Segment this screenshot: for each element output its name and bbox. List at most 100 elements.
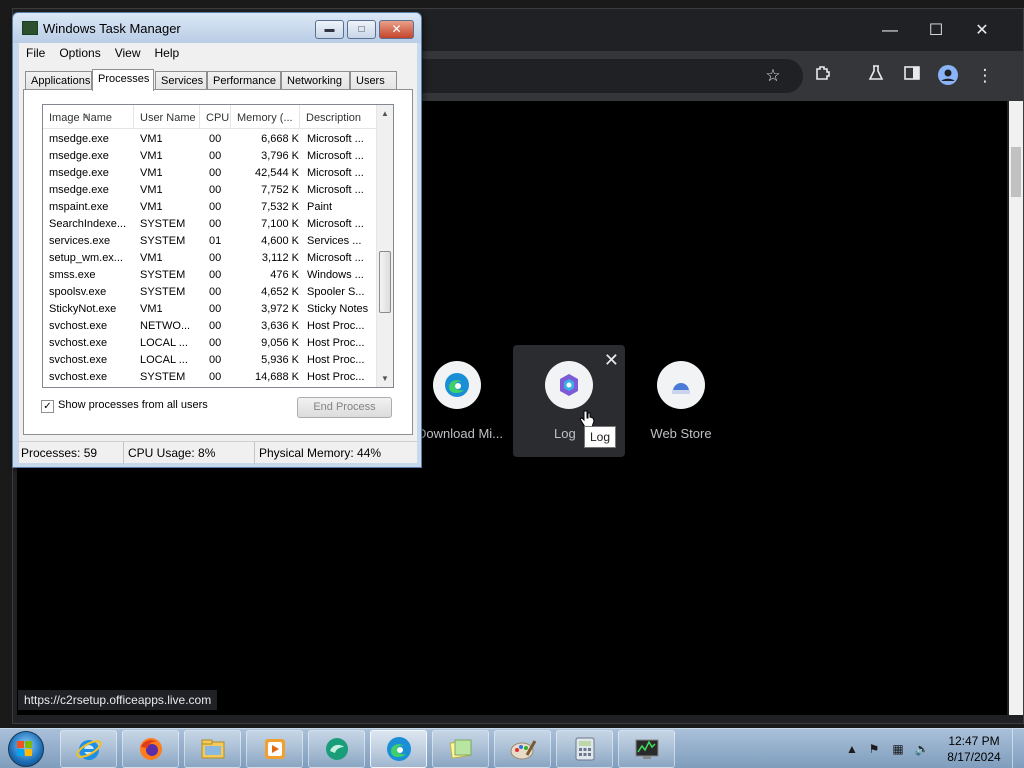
show-hidden-icons-icon[interactable]: ▲ xyxy=(844,741,860,757)
close-button[interactable]: ✕ xyxy=(379,20,414,39)
process-list[interactable]: ▲ Image Name User Name CPU Memory (... De… xyxy=(42,104,394,388)
windows-flag-icon xyxy=(17,741,33,757)
table-row[interactable]: msedge.exe VM1 00 3,796 K Microsoft ... xyxy=(43,148,377,165)
show-desktop-button[interactable] xyxy=(1012,729,1024,768)
cell-description: Microsoft ... xyxy=(307,150,364,162)
extensions-icon[interactable] xyxy=(811,64,835,88)
scroll-up-icon[interactable]: ▲ xyxy=(377,105,393,122)
desktop: — ☐ ✕ ☆ ⋮ Download Mi... ✕ Log Web Store… xyxy=(0,0,1024,768)
column-description[interactable]: Description xyxy=(300,105,377,129)
sort-ascending-icon: ▲ xyxy=(83,113,90,120)
cell-image-name: services.exe xyxy=(49,235,111,247)
table-row[interactable]: services.exe SYSTEM 01 4,600 K Services ... xyxy=(43,233,377,250)
minimize-window-button[interactable]: — xyxy=(867,17,913,45)
scroll-down-icon[interactable]: ▼ xyxy=(377,370,393,387)
cell-cpu: 00 xyxy=(209,150,222,162)
cell-memory: 3,972 K xyxy=(261,303,299,315)
cell-image-name: msedge.exe xyxy=(49,133,109,145)
table-row[interactable]: StickyNot.exe VM1 00 3,972 K Sticky Notes xyxy=(43,301,377,318)
menu-view[interactable]: View xyxy=(108,43,148,63)
taskbar-button-sticky-notes[interactable] xyxy=(432,730,489,768)
tab-applications[interactable]: Applications xyxy=(25,71,92,90)
taskbar-button-paint[interactable] xyxy=(494,730,551,768)
cell-image-name: setup_wm.ex... xyxy=(49,252,123,264)
table-row[interactable]: svchost.exe NETWO... 00 3,636 K Host Proc... xyxy=(43,318,377,335)
table-row[interactable]: msedge.exe VM1 00 6,668 K Microsoft ... xyxy=(43,131,377,148)
menu-options[interactable]: Options xyxy=(52,43,107,63)
table-row[interactable]: svchost.exe LOCAL ... 00 5,936 K Host Proc..… xyxy=(43,352,377,369)
cell-memory: 3,112 K xyxy=(261,252,299,264)
cell-image-name: smss.exe xyxy=(49,269,96,281)
cell-cpu: 00 xyxy=(209,354,222,366)
close-window-button[interactable]: ✕ xyxy=(959,17,1005,45)
scrollbar-thumb[interactable] xyxy=(1011,147,1021,197)
table-row[interactable]: msedge.exe VM1 00 42,544 K Microsoft ... xyxy=(43,165,377,182)
more-menu-icon[interactable]: ⋮ xyxy=(973,64,997,88)
clock[interactable]: 12:47 PM 8/17/2024 xyxy=(934,733,1014,765)
list-scrollbar[interactable]: ▲ ▼ xyxy=(376,105,393,387)
volume-muted-icon[interactable]: 🔈 xyxy=(914,741,930,757)
microsoft365-icon xyxy=(545,361,593,409)
cell-image-name: msedge.exe xyxy=(49,150,109,162)
table-row[interactable]: spoolsv.exe SYSTEM 00 4,652 K Spooler S... xyxy=(43,284,377,301)
show-all-users-checkbox[interactable]: ✓ xyxy=(41,400,54,413)
labs-flask-icon[interactable] xyxy=(864,64,888,88)
cell-description: Host Proc... xyxy=(307,371,365,383)
cell-user-name: SYSTEM xyxy=(140,371,186,383)
start-button[interactable] xyxy=(4,731,48,767)
tab-users[interactable]: Users xyxy=(350,71,397,90)
profile-icon[interactable] xyxy=(936,64,960,88)
table-row[interactable]: setup_wm.ex... VM1 00 3,112 K Microsoft ... xyxy=(43,250,377,267)
maximize-window-button[interactable]: ☐ xyxy=(913,17,959,45)
taskbar-button-edge[interactable] xyxy=(370,730,427,768)
bookmark-star-icon[interactable]: ☆ xyxy=(761,64,785,88)
shortcut-web-store[interactable]: Web Store xyxy=(625,345,737,457)
taskbar-button-task-manager[interactable] xyxy=(618,730,675,768)
menu-help[interactable]: Help xyxy=(148,43,187,63)
table-row[interactable]: msedge.exe VM1 00 7,752 K Microsoft ... xyxy=(43,182,377,199)
table-row[interactable]: svchost.exe SYSTEM 00 14,688 K Host Proc... xyxy=(43,369,377,386)
task-manager-titlebar[interactable]: Windows Task Manager ▬ □ ✕ xyxy=(13,13,421,43)
cell-image-name: msedge.exe xyxy=(49,167,109,179)
firefox-icon xyxy=(136,734,166,764)
maximize-button[interactable]: □ xyxy=(347,20,376,39)
taskbar-button-media-player[interactable] xyxy=(246,730,303,768)
side-panel-icon[interactable] xyxy=(900,64,924,88)
network-icon[interactable]: ▦ xyxy=(890,741,906,757)
page-scrollbar[interactable] xyxy=(1009,101,1023,715)
minimize-button[interactable]: ▬ xyxy=(315,20,344,39)
column-user-name[interactable]: User Name xyxy=(134,105,200,129)
cell-memory: 7,100 K xyxy=(261,218,299,230)
cell-memory: 4,600 K xyxy=(261,235,299,247)
cell-description: Spooler S... xyxy=(307,286,365,298)
window-title: Windows Task Manager xyxy=(43,21,181,36)
menu-file[interactable]: File xyxy=(19,43,52,63)
table-row[interactable]: SearchIndexe... SYSTEM 00 7,100 K Microsoft … xyxy=(43,216,377,233)
tab-services[interactable]: Services xyxy=(155,71,207,90)
tab-performance[interactable]: Performance xyxy=(207,71,281,90)
cell-cpu: 00 xyxy=(209,320,222,332)
cell-user-name: SYSTEM xyxy=(140,286,186,298)
taskbar-button-internet-explorer[interactable] xyxy=(60,730,117,768)
tab-networking[interactable]: Networking xyxy=(281,71,350,90)
table-row[interactable]: smss.exe SYSTEM 00 476 K Windows ... xyxy=(43,267,377,284)
cell-description: Services ... xyxy=(307,235,362,247)
clock-time: 12:47 PM xyxy=(948,734,1000,748)
taskbar-button-calculator[interactable] xyxy=(556,730,613,768)
remove-shortcut-icon[interactable]: ✕ xyxy=(604,351,619,369)
tab-processes[interactable]: Processes xyxy=(92,69,154,91)
end-process-button[interactable]: End Process xyxy=(297,397,392,418)
taskbar-button-app-green[interactable] xyxy=(308,730,365,768)
action-center-flag-icon[interactable]: ⚑ xyxy=(866,741,882,757)
cell-image-name: svchost.exe xyxy=(49,354,108,366)
table-row[interactable]: mspaint.exe VM1 00 7,532 K Paint xyxy=(43,199,377,216)
scrollbar-thumb[interactable] xyxy=(379,251,391,313)
cell-memory: 4,652 K xyxy=(261,286,299,298)
taskbar-button-file-explorer[interactable] xyxy=(184,730,241,768)
table-row[interactable]: svchost.exe LOCAL ... 00 9,056 K Host Proc..… xyxy=(43,335,377,352)
column-memory[interactable]: Memory (... xyxy=(231,105,300,129)
taskbar-button-firefox[interactable] xyxy=(122,730,179,768)
column-cpu[interactable]: CPU xyxy=(200,105,231,129)
cell-memory: 7,752 K xyxy=(261,184,299,196)
column-image-name[interactable]: ▲ Image Name xyxy=(43,105,134,129)
